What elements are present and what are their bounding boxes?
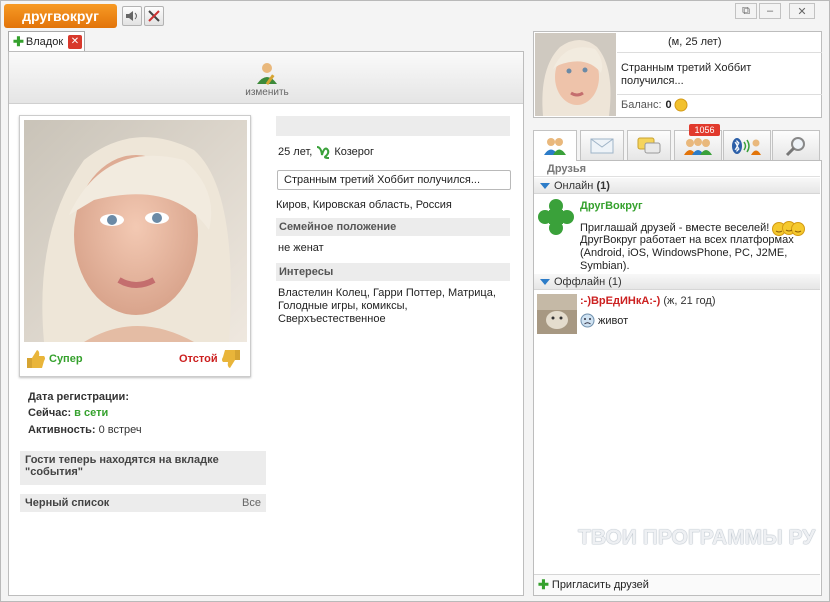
tab-bluetooth[interactable] xyxy=(723,130,771,160)
divider xyxy=(617,94,822,95)
online-label: Онлайн xyxy=(554,180,594,192)
bad-label: Отстой xyxy=(179,353,218,365)
blacklist-all-link[interactable]: Все xyxy=(242,497,261,509)
speaker-icon xyxy=(126,11,137,21)
drugvokrug-logo-icon xyxy=(538,199,574,235)
age-text: 25 лет, xyxy=(278,146,313,158)
friend-name-row[interactable]: :-)ВрЕдИНкА:-) (ж, 21 год) xyxy=(580,295,715,307)
tools-icon xyxy=(148,10,160,22)
super-label: Супер xyxy=(49,353,83,365)
sound-button[interactable] xyxy=(122,6,142,26)
tab-friends[interactable] xyxy=(533,130,577,161)
status-field[interactable]: Странным третий Хоббит получился... xyxy=(277,170,511,190)
friend-status-row: живот xyxy=(580,313,628,328)
friend-name: :-)ВрЕдИНкА:-) xyxy=(580,295,661,307)
tab-chat[interactable] xyxy=(627,130,671,160)
mail-icon xyxy=(590,138,614,153)
online-group-header[interactable]: Онлайн (1) xyxy=(534,178,820,194)
people-count-badge: 1056 xyxy=(689,124,720,136)
thumbs-down-icon xyxy=(221,350,240,368)
activity-label: Активность: xyxy=(28,424,96,436)
invite-label: Пригласить друзей xyxy=(551,579,649,591)
location-text: Киров, Кировская область, Россия xyxy=(276,199,452,211)
friend-info: (ж, 21 год) xyxy=(663,295,716,307)
my-avatar[interactable] xyxy=(535,33,616,116)
restore-button[interactable]: ⧉ xyxy=(735,3,757,19)
now-row: Сейчас: в сети xyxy=(28,407,108,419)
tab-close-button[interactable]: ✕ xyxy=(68,34,82,49)
my-age: (м, 25 лет) xyxy=(668,36,722,48)
app-logo[interactable]: другвокруг xyxy=(4,4,117,28)
bot-message2: ДругВокруг работает на всех платформах (… xyxy=(580,234,794,272)
settings-button[interactable] xyxy=(144,6,164,26)
activity-row: Активность: 0 встреч xyxy=(28,424,142,436)
thumbs-up-icon xyxy=(27,350,45,368)
tab-messages[interactable] xyxy=(580,130,624,160)
my-status[interactable]: Странным третий Хоббит получился... xyxy=(621,62,771,88)
coin-icon xyxy=(674,98,688,112)
invite-friends-button[interactable]: ✚ Пригласить друзей xyxy=(534,574,820,595)
chat-icon xyxy=(637,137,661,153)
activity-value: 0 встреч xyxy=(98,424,142,436)
search-icon xyxy=(785,136,805,156)
plus-icon: ✚ xyxy=(13,33,24,49)
bot-name[interactable]: ДругВокруг xyxy=(580,200,643,212)
blacklist-label: Черный список xyxy=(25,497,110,509)
zodiac-text: Козерог xyxy=(334,146,375,158)
bot-message: Приглашай друзей - вместе веселей! xyxy=(580,222,770,234)
balance-value: 0 xyxy=(665,99,672,111)
profile-photo[interactable] xyxy=(24,120,247,342)
now-label: Сейчас: xyxy=(28,407,72,419)
family-header: Семейное положение xyxy=(276,218,510,236)
offline-label: Оффлайн xyxy=(554,276,606,288)
friend-avatar[interactable] xyxy=(537,294,577,334)
tab-label: Владок xyxy=(25,35,64,48)
blacklist-row[interactable]: Черный список Все xyxy=(20,494,266,512)
friends-section-title: Друзья xyxy=(534,161,820,177)
header-strip xyxy=(276,116,510,136)
super-vote-button[interactable]: Супер xyxy=(24,346,83,372)
reg-date-label: Дата регистрации: xyxy=(28,391,129,403)
sad-smiley-icon xyxy=(580,313,595,328)
interests-value: Властелин Колец, Гарри Поттер, Матрица, … xyxy=(278,287,496,325)
age-zodiac-row: 25 лет, Козерог xyxy=(278,145,374,159)
guests-notice: Гости теперь находятся на вкладке "событ… xyxy=(20,451,266,485)
minimize-button[interactable]: – xyxy=(759,3,781,19)
capricorn-icon xyxy=(317,146,330,159)
close-button[interactable]: ✕ xyxy=(789,3,815,19)
user-edit-icon[interactable] xyxy=(254,60,280,86)
friend-status: живот xyxy=(598,314,629,327)
family-value: не женат xyxy=(278,242,324,254)
tab-search[interactable] xyxy=(772,130,820,160)
offline-count: (1) xyxy=(608,276,622,288)
watermark: ТВОИ ПРОГРАММЫ РУ xyxy=(578,526,816,549)
online-count: (1) xyxy=(596,180,610,192)
collapse-icon xyxy=(540,183,550,189)
plus-icon: ✚ xyxy=(538,577,549,592)
friends-icon xyxy=(544,138,566,155)
interests-header: Интересы xyxy=(276,263,510,281)
balance-row[interactable]: Баланс: 0 xyxy=(621,98,688,112)
online-status: в сети xyxy=(74,407,109,419)
bluetooth-nearby-icon xyxy=(732,137,761,155)
tab-profile[interactable]: ✚ Владок ✕ xyxy=(8,31,85,51)
bad-vote-button[interactable]: Отстой xyxy=(179,346,243,372)
people-group-icon xyxy=(684,137,712,155)
edit-profile-button[interactable]: изменить xyxy=(230,87,304,98)
collapse-icon xyxy=(540,279,550,285)
offline-group-header[interactable]: Оффлайн (1) xyxy=(534,274,820,290)
balance-label: Баланс: xyxy=(621,99,662,111)
